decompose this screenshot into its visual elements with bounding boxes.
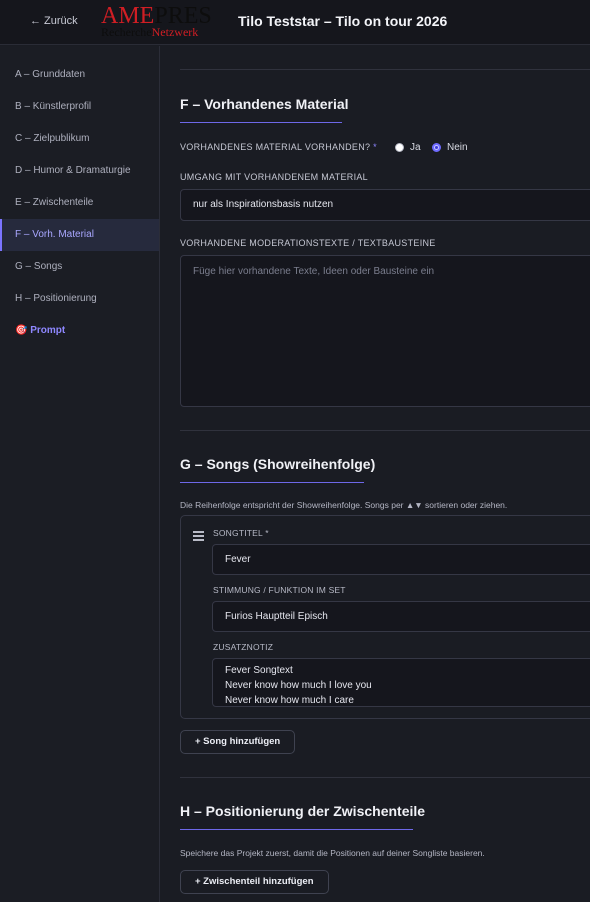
songs-hint: Die Reihenfolge entspricht der Showreihe…	[180, 500, 508, 510]
project-title: Tilo Teststar – Tilo on tour 2026	[238, 13, 448, 29]
song-title-label: SONGTITEL *	[213, 528, 269, 538]
section-g-title: G – Songs (Showreihenfolge)	[180, 456, 376, 472]
sidebar-item-zielpublikum[interactable]: C – Zielpublikum	[0, 123, 159, 155]
material-available-label-text: VORHANDENES MATERIAL VORHANDEN?	[180, 142, 371, 152]
section-g-underline	[180, 482, 364, 483]
song-mood-label: STIMMUNG / FUNKTION IM SET	[213, 585, 346, 595]
main-content: F – Vorhandenes Material VORHANDENES MAT…	[160, 46, 590, 902]
song-mood-input[interactable]: Furios Hauptteil Episch	[212, 601, 590, 632]
song-card: SONGTITEL * Fever STIMMUNG / FUNKTION IM…	[180, 515, 590, 719]
sidebar-item-vorh-material[interactable]: F – Vorh. Material	[0, 219, 159, 251]
divider	[180, 777, 590, 778]
back-link[interactable]: ← Zurück	[30, 15, 78, 27]
song-title-input[interactable]: Fever	[212, 544, 590, 575]
sidebar-item-positionierung[interactable]: H – Positionierung	[0, 283, 159, 315]
logo-text-netzwerk: Netzwerk	[151, 25, 199, 39]
material-available-label: VORHANDENES MATERIAL VORHANDEN? *	[180, 142, 377, 152]
sidebar: A – Grunddaten B – Künstlerprofil C – Zi…	[0, 46, 160, 902]
song-note-line: Fever Songtext	[225, 665, 293, 676]
sidebar-item-grunddaten[interactable]: A – Grunddaten	[0, 59, 159, 91]
umgang-select[interactable]: nur als Inspirationsbasis nutzen	[180, 189, 590, 221]
sidebar-item-humor-dramaturgie[interactable]: D – Humor & Dramaturgie	[0, 155, 159, 187]
divider	[180, 69, 590, 70]
radio-ja-label[interactable]: Ja	[410, 142, 421, 153]
section-h-title: H – Positionierung der Zwischenteile	[180, 803, 426, 819]
radio-nein-label[interactable]: Nein	[447, 142, 468, 153]
section-f-title: F – Vorhandenes Material	[180, 96, 349, 112]
song-note-line: Never know how much I care	[225, 695, 354, 706]
song-note-textarea[interactable]: Fever Songtext Never know how much I lov…	[212, 658, 590, 707]
sidebar-item-kuenstlerprofil[interactable]: B – Künstlerprofil	[0, 91, 159, 123]
texte-textarea[interactable]: Füge hier vorhandene Texte, Ideen oder B…	[180, 255, 590, 407]
logo-text-recherche: Recherche	[101, 25, 152, 39]
sidebar-item-songs[interactable]: G – Songs	[0, 251, 159, 283]
required-mark: *	[373, 142, 377, 152]
radio-ja[interactable]	[395, 143, 404, 152]
positionierung-hint: Speichere das Projekt zuerst, damit die …	[180, 848, 485, 858]
logo: AMEPRES RechercheNetzwerk	[100, 4, 232, 38]
sidebar-item-zwischenteile[interactable]: E – Zwischenteile	[0, 187, 159, 219]
umgang-label: UMGANG MIT VORHANDENEM MATERIAL	[180, 172, 368, 182]
radio-nein[interactable]	[432, 143, 441, 152]
add-zwischenteil-button[interactable]: + Zwischenteil hinzufügen	[180, 870, 329, 894]
sidebar-item-prompt[interactable]: 🎯 Prompt	[0, 315, 159, 347]
add-song-button[interactable]: + Song hinzufügen	[180, 730, 296, 754]
top-bar: ← Zurück AMEPRES RechercheNetzwerk Tilo …	[0, 0, 590, 45]
texte-placeholder: Füge hier vorhandene Texte, Ideen oder B…	[193, 266, 435, 277]
divider	[180, 430, 590, 431]
song-note-line: Never know how much I love you	[225, 680, 372, 691]
song-note-label: ZUSATZNOTIZ	[213, 642, 274, 652]
section-f-underline	[180, 122, 342, 123]
texte-label: VORHANDENE MODERATIONSTEXTE / TEXTBAUSTE…	[180, 238, 436, 248]
drag-handle-icon[interactable]	[193, 531, 204, 541]
section-h-underline	[180, 829, 413, 830]
